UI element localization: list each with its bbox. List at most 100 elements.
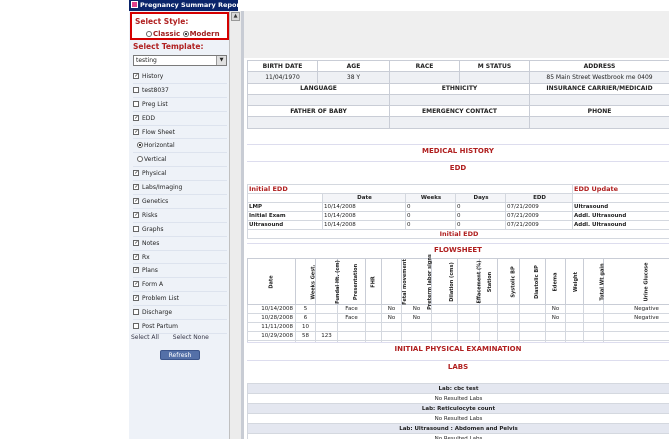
flowsheet-col-urine-glucose: Urine Glucose <box>603 258 669 305</box>
lab-title-row: Lab: Reticulocyte count <box>247 403 669 414</box>
flowsheet-cell <box>457 331 480 341</box>
flowsheet-cell <box>497 304 520 314</box>
checkbox-rx[interactable]: Rx <box>133 251 227 265</box>
report-header-band <box>244 11 669 58</box>
select-none-link[interactable]: Select None <box>173 334 209 341</box>
window-titlebar: Pregnancy Summary Report <box>129 0 238 11</box>
checkbox-test8037[interactable]: test8037 <box>133 84 227 98</box>
select-all-link[interactable]: Select All <box>131 334 159 341</box>
flowsheet-cell: 10/14/2008 <box>247 304 296 314</box>
radio-selected-icon <box>137 142 143 149</box>
dropdown-arrow-icon[interactable]: ▼ <box>216 56 226 65</box>
ethnicity-value <box>389 93 530 107</box>
flowsheet-cell: Negative <box>603 304 669 314</box>
edd-corner-cell <box>247 193 323 203</box>
lab-title-row: Lab: cbc test <box>247 383 669 394</box>
flowsheet-cell: No <box>545 304 566 314</box>
checkbox-problem-list[interactable]: Problem List <box>133 292 227 307</box>
race-header: RACE <box>389 59 460 73</box>
checkbox-checked-icon <box>133 184 139 191</box>
radio-icon <box>137 156 143 163</box>
checkbox-labs-imaging[interactable]: Labs/Imaging <box>133 181 227 196</box>
style-radio-modern[interactable]: Modern <box>182 30 220 38</box>
checkbox-notes[interactable]: Notes <box>133 237 227 251</box>
flowsheet-cell <box>365 331 382 341</box>
checkbox-icon <box>133 100 139 107</box>
checkbox-label: Notes <box>142 239 160 247</box>
flowsheet-cell <box>431 331 458 341</box>
template-select-value: testing <box>136 57 157 64</box>
flowsheet-cell <box>381 322 402 332</box>
flowsheet-col-label: Systolic BP <box>510 265 517 298</box>
checkbox-icon <box>133 323 139 330</box>
checkbox-checked-icon <box>133 253 139 260</box>
flowsheet-col-diastolic-bp: Diastolic BP <box>519 258 546 305</box>
checkbox-flow-sheet[interactable]: Flow Sheet <box>133 126 227 140</box>
flowsheet-cell <box>603 331 669 341</box>
flowsheet-col-fetal-movement: Fetal movement <box>381 258 408 305</box>
flowsheet-col-label: Diastolic BP <box>533 264 540 299</box>
checkbox-checked-icon <box>133 73 139 79</box>
flowsheet-cell <box>565 313 584 323</box>
checkbox-label: Form A <box>142 281 164 289</box>
checkbox-checked-icon <box>133 239 139 246</box>
flowsheet-col-effacement: Effacement (%) <box>457 258 483 305</box>
checkbox-history[interactable]: History <box>133 70 227 84</box>
edd-update-blank <box>572 193 669 203</box>
flowsheet-cell: 10/28/2008 <box>247 313 296 323</box>
father-of-baby-value <box>247 116 390 129</box>
flowsheet-cell <box>315 304 338 314</box>
lab-result: No Resulted Labs <box>247 413 669 424</box>
flowsheet-cell <box>365 313 382 323</box>
checkbox-label: Problem List <box>142 295 179 303</box>
flowsheet-cell <box>431 304 458 314</box>
sidebar-scrollbar[interactable]: ▲ <box>229 11 241 439</box>
template-select[interactable]: testing ▼ <box>133 55 227 66</box>
edd-row: Ultrasound 10/14/2008 0 0 07/21/2009 Addl. Ul… <box>247 220 669 230</box>
insurance-value <box>529 93 669 107</box>
flowsheet-cell: No <box>381 313 402 323</box>
lab-title: Lab: Reticulocyte count <box>247 403 669 414</box>
checkbox-genetics[interactable]: Genetics <box>133 195 227 209</box>
checkbox-checked-icon <box>133 281 139 288</box>
flowsheet-col-label: Station <box>487 271 494 292</box>
flowsheet-col-fhr: FHR <box>365 258 382 305</box>
checkbox-label: Flow Sheet <box>142 128 175 136</box>
checkbox-label: Post Partum <box>142 323 178 331</box>
patient-info-table: BIRTH DATE AGE RACE M STATUS ADDRESS 11/… <box>247 59 669 129</box>
checkbox-risks[interactable]: Risks <box>133 209 227 223</box>
flowsheet-col-edema: Edema <box>545 258 566 305</box>
edd-cell-weeks: 0 <box>405 211 456 221</box>
flowsheet-cell <box>337 322 366 332</box>
scroll-up-arrow-icon[interactable]: ▲ <box>231 12 240 21</box>
flowsheet-heading: FLOWSHEET <box>247 243 669 255</box>
flowsheet-cell <box>457 313 480 323</box>
edd-col-edd: EDD <box>504 193 574 203</box>
flowsheet-cell <box>565 331 584 341</box>
flowsheet-radio-vertical[interactable]: Vertical <box>133 153 227 168</box>
edd-col-weeks: Weeks <box>405 193 456 203</box>
flowsheet-col-dilation-cms: Dilation (cms) <box>431 258 458 305</box>
flowsheet-radio-horizontal[interactable]: Horizontal <box>133 139 227 154</box>
checkbox-label: Horizontal <box>144 142 175 150</box>
flowsheet-row: 11/11/2008 10 <box>247 322 669 332</box>
checkbox-edd[interactable]: EDD <box>133 112 227 126</box>
ethnicity-header: ETHNICITY <box>389 82 530 95</box>
checkbox-label: History <box>142 73 164 80</box>
checkbox-post-partum[interactable]: Post Partum <box>133 320 227 334</box>
flowsheet-cell: 10 <box>295 322 316 332</box>
refresh-button[interactable]: Refresh <box>160 350 200 360</box>
checkbox-plans[interactable]: Plans <box>133 264 227 279</box>
edd-cell-weeks: 0 <box>405 220 456 230</box>
flowsheet-cell: No <box>545 313 566 323</box>
flowsheet-cell <box>315 322 338 332</box>
checkbox-graphs[interactable]: Graphs <box>133 223 227 237</box>
flowsheet-cell <box>519 331 546 341</box>
style-radio-classic[interactable]: Classic <box>146 30 180 38</box>
checkbox-form-a[interactable]: Form A <box>133 278 227 293</box>
checkbox-discharge[interactable]: Discharge <box>133 306 227 321</box>
flowsheet-cell <box>519 304 546 314</box>
birth-date-value: 11/04/1970 <box>247 71 318 84</box>
checkbox-preg-list[interactable]: Preg List <box>133 98 227 112</box>
checkbox-physical[interactable]: Physical <box>133 167 227 182</box>
